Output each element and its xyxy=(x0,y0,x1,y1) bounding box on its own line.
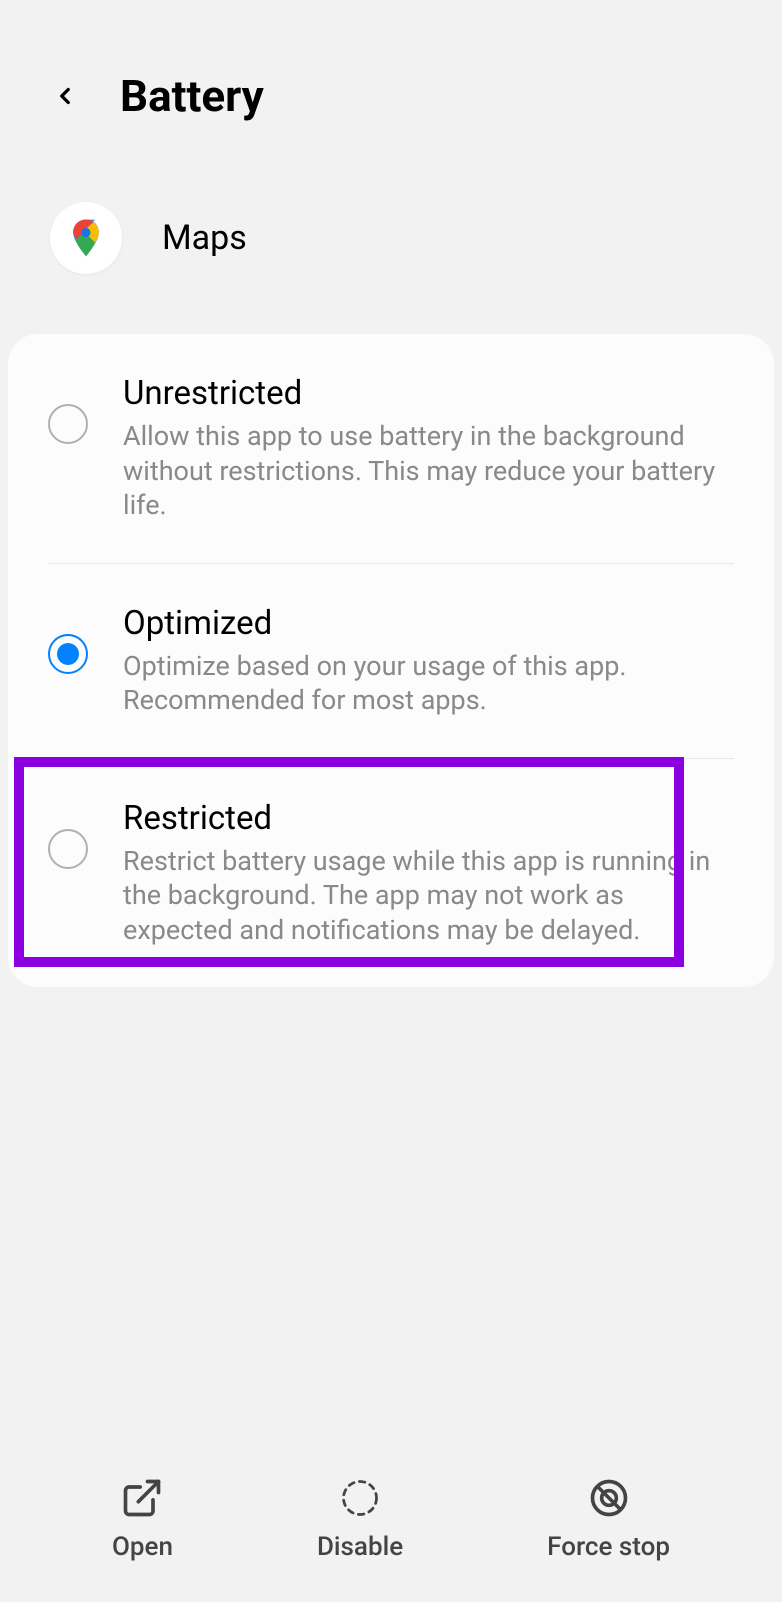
option-unrestricted[interactable]: Unrestricted Allow this app to use batte… xyxy=(8,334,774,563)
radio-optimized[interactable] xyxy=(48,634,88,674)
chevron-left-icon xyxy=(52,75,78,117)
option-text: Optimized Optimize based on your usage o… xyxy=(123,604,734,718)
disable-icon xyxy=(338,1476,382,1520)
page-title: Battery xyxy=(120,70,264,122)
option-optimized[interactable]: Optimized Optimize based on your usage o… xyxy=(8,564,774,758)
open-icon xyxy=(120,1476,164,1520)
app-name-label: Maps xyxy=(162,218,247,258)
back-button[interactable] xyxy=(50,74,80,119)
option-text: Restricted Restrict battery usage while … xyxy=(123,799,734,948)
option-desc: Restrict battery usage while this app is… xyxy=(123,844,734,948)
header: Battery xyxy=(0,0,782,152)
disable-button[interactable]: Disable xyxy=(317,1476,403,1562)
force-stop-icon xyxy=(587,1476,631,1520)
force-stop-button[interactable]: Force stop xyxy=(547,1476,670,1562)
maps-pin-icon xyxy=(64,216,108,260)
option-restricted[interactable]: Restricted Restrict battery usage while … xyxy=(8,759,774,988)
app-info-row: Maps xyxy=(0,152,782,334)
battery-options-card: Unrestricted Allow this app to use batte… xyxy=(8,334,774,987)
option-text: Unrestricted Allow this app to use batte… xyxy=(123,374,734,523)
option-title: Optimized xyxy=(123,604,734,643)
bottom-action-bar: Open Disable Force stop xyxy=(0,1476,782,1562)
radio-restricted[interactable] xyxy=(48,829,88,869)
force-stop-label: Force stop xyxy=(547,1532,670,1562)
app-icon-maps xyxy=(50,202,122,274)
open-button[interactable]: Open xyxy=(112,1476,173,1562)
option-desc: Allow this app to use battery in the bac… xyxy=(123,419,734,523)
disable-label: Disable xyxy=(317,1532,403,1562)
option-title: Unrestricted xyxy=(123,374,734,413)
open-label: Open xyxy=(112,1532,173,1562)
radio-unrestricted[interactable] xyxy=(48,404,88,444)
option-desc: Optimize based on your usage of this app… xyxy=(123,649,734,718)
option-title: Restricted xyxy=(123,799,734,838)
